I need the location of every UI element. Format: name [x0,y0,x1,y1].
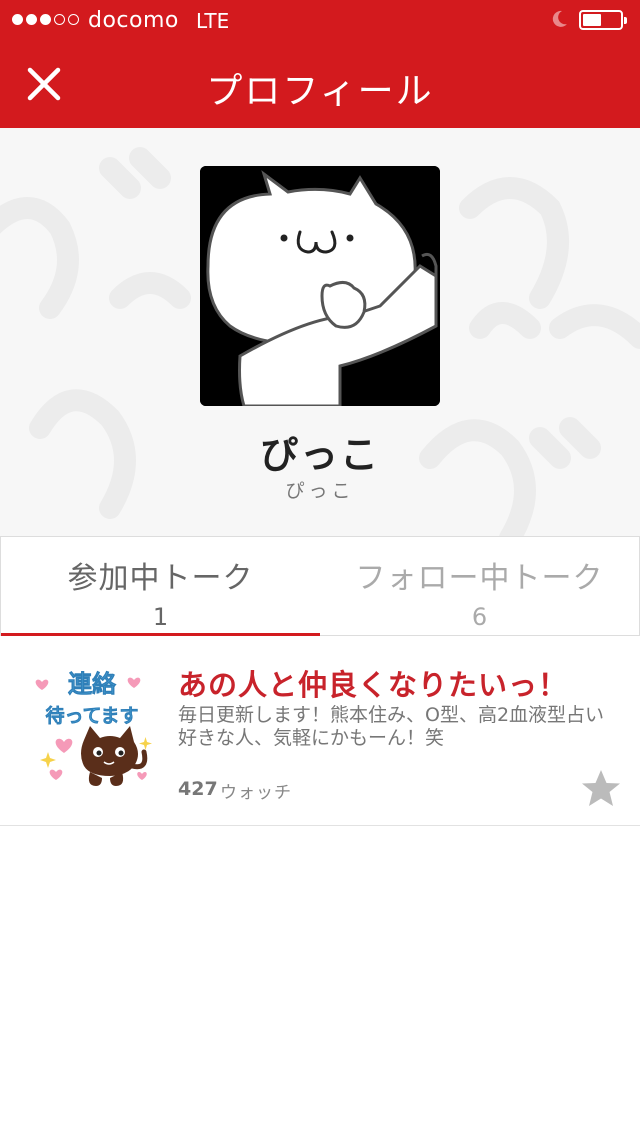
tab-label: 参加中トーク [67,561,254,596]
signal-dot [12,14,23,25]
battery-fill [583,14,601,26]
signal-strength-icon [12,14,79,25]
profile-avatar[interactable] [200,166,440,406]
profile-header: ぴっこ ぴっこ [0,128,640,536]
carrier-name: docomo [88,8,179,33]
page-title: プロフィール [206,71,434,112]
thumbnail-text-line: 待ってます [45,704,138,727]
profile-name: ぴっこ [259,433,380,477]
talk-description: 毎日更新します！熊本住み、O型、高2血液型占い好きな人、気軽にかもーん！笑 [178,704,605,749]
signal-dot [26,14,37,25]
talk-tabs: 参加中トーク 1 フォロー中トーク 6 [0,536,640,636]
watch-count: 427 [178,778,218,800]
tab-participating-talks[interactable]: 参加中トーク 1 [1,537,320,636]
signal-dot [54,14,65,25]
watch-label: ウォッチ [220,783,292,803]
talk-title: あの人と仲良くなりたいっ！ [178,668,569,702]
status-bar: docomo LTE [0,0,640,40]
tab-following-talks[interactable]: フォロー中トーク 6 [320,537,639,635]
signal-dot [40,14,51,25]
battery-tip [624,17,627,24]
tab-count: 6 [471,603,488,631]
network-type: LTE [196,9,230,33]
tab-label: フォロー中トーク [355,561,604,596]
thumbnail-text-line: 連絡 [68,670,117,698]
battery-icon [579,10,627,30]
cat-avatar-image [200,166,440,406]
navigation-bar: プロフィール [0,40,640,128]
profile-handle: ぴっこ [285,480,355,502]
list-item[interactable]: 連絡 待ってます あの人と仲良くなりたいっ！ 毎日更新します！熊本住み、O型、高… [0,636,640,826]
do-not-disturb-moon-icon [552,10,567,27]
tab-count: 1 [152,603,169,631]
star-icon[interactable] [580,768,622,810]
signal-dot [68,14,79,25]
talk-thumbnail: 連絡 待ってます [30,662,154,798]
